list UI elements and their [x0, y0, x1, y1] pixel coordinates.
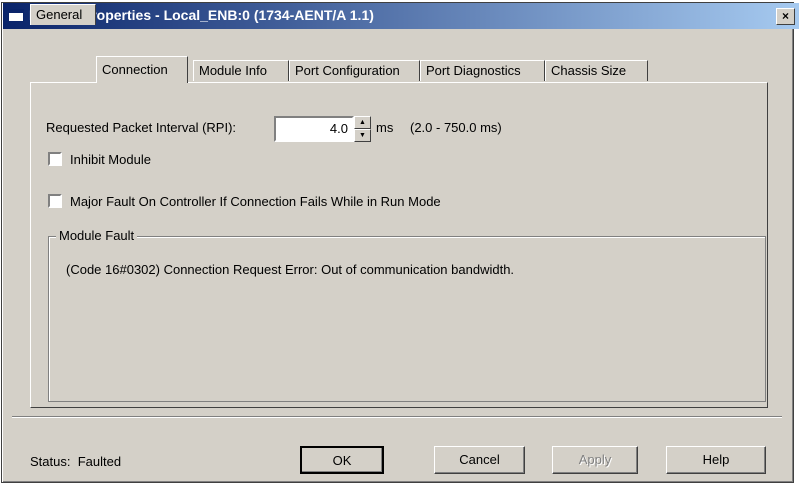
module-fault-group — [48, 236, 766, 402]
close-icon: × — [781, 9, 789, 23]
rpi-spinner[interactable]: ▲ ▼ — [354, 116, 371, 142]
tab-port-diagnostics[interactable]: Port Diagnostics — [420, 60, 545, 81]
tab-port-configuration[interactable]: Port Configuration — [289, 60, 420, 81]
status-value: Faulted — [77, 454, 122, 469]
rpi-input[interactable]: 4.0 — [274, 116, 354, 142]
tab-module-info[interactable]: Module Info — [193, 60, 289, 81]
tab-connection[interactable]: Connection — [96, 56, 188, 83]
apply-button[interactable]: Apply — [552, 446, 638, 474]
status-text: Status: Faulted — [30, 454, 121, 469]
status-separator — [12, 416, 782, 418]
close-button[interactable]: × — [776, 8, 795, 25]
ok-button[interactable]: OK — [300, 446, 384, 474]
spin-up-icon[interactable]: ▲ — [354, 116, 371, 129]
rpi-range: (2.0 - 750.0 ms) — [410, 120, 502, 135]
rpi-label: Requested Packet Interval (RPI): — [46, 120, 237, 135]
rpi-unit: ms — [376, 120, 394, 135]
tab-chassis-size-label: Chassis Size — [551, 63, 627, 78]
spin-down-icon[interactable]: ▼ — [354, 129, 371, 142]
title-bar[interactable]: Module Properties - Local_ENB:0 (1734-AE… — [3, 3, 799, 29]
module-fault-title: Module Fault — [56, 228, 138, 243]
tab-chassis-size[interactable]: Chassis Size — [545, 60, 648, 81]
tab-port-configuration-label: Port Configuration — [295, 63, 400, 78]
inhibit-module-label: Inhibit Module — [70, 152, 151, 167]
tab-connection-label: Connection — [102, 62, 168, 77]
help-button[interactable]: Help — [666, 446, 766, 474]
status-label: Status: — [30, 454, 71, 469]
major-fault-checkbox[interactable] — [48, 194, 62, 208]
major-fault-label: Major Fault On Controller If Connection … — [70, 194, 441, 209]
cancel-button[interactable]: Cancel — [434, 446, 525, 474]
inhibit-module-checkbox[interactable] — [48, 152, 62, 166]
tab-general-label: General — [36, 7, 83, 22]
tab-general[interactable]: General — [30, 4, 96, 25]
tab-module-info-label: Module Info — [199, 63, 267, 78]
module-fault-text: (Code 16#0302) Connection Request Error:… — [66, 262, 515, 277]
window-icon — [8, 9, 24, 22]
tab-port-diagnostics-label: Port Diagnostics — [426, 63, 521, 78]
